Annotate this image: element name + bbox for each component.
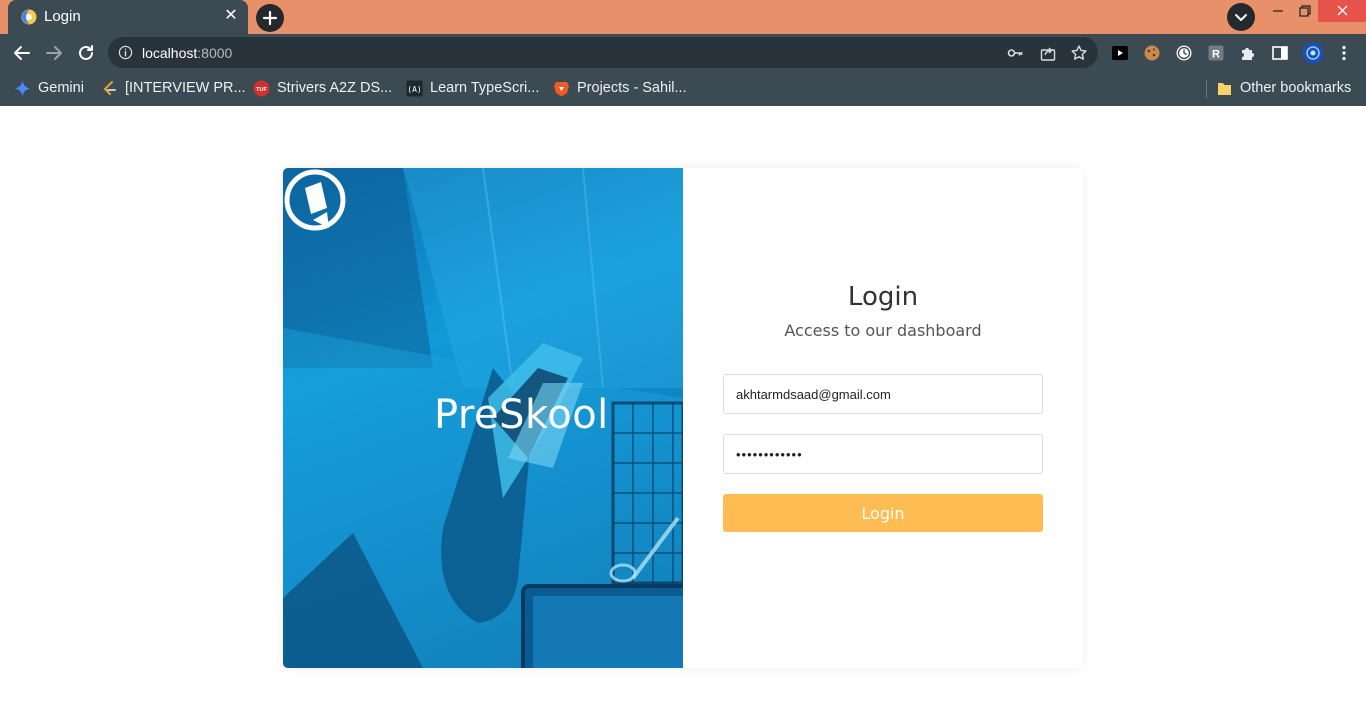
login-button[interactable]: Login bbox=[723, 494, 1043, 532]
tab-title: Login bbox=[44, 8, 81, 25]
profile-avatar-icon[interactable] bbox=[1302, 42, 1324, 64]
hero-image-panel: PreSkool bbox=[283, 168, 683, 668]
arrow-right-icon bbox=[46, 46, 62, 60]
login-card: PreSkool Login Access to our dashboard L… bbox=[283, 168, 1083, 668]
share-icon[interactable] bbox=[1039, 44, 1057, 62]
info-icon[interactable] bbox=[118, 45, 133, 60]
forward-button[interactable] bbox=[40, 39, 68, 67]
bookmarks-divider bbox=[1206, 80, 1207, 98]
login-subtitle: Access to our dashboard bbox=[784, 321, 982, 340]
tab-close-icon[interactable]: ✕ bbox=[222, 7, 240, 25]
bookmarks-bar: Gemini [INTERVIEW PR... TUF Strivers A2Z… bbox=[0, 71, 1366, 106]
back-button[interactable] bbox=[8, 39, 36, 67]
svg-text:(A): (A) bbox=[407, 85, 421, 94]
reload-icon bbox=[79, 45, 93, 60]
tab-login[interactable]: Login ✕ bbox=[8, 0, 248, 34]
kebab-menu-icon[interactable] bbox=[1335, 44, 1353, 62]
password-field[interactable] bbox=[723, 434, 1043, 474]
url-text: localhost:8000 bbox=[142, 45, 232, 61]
brand-name: PreSkool bbox=[434, 392, 609, 438]
youtube-extension-icon[interactable] bbox=[1111, 44, 1129, 62]
window-close-button[interactable] bbox=[1318, 0, 1366, 22]
key-icon[interactable] bbox=[1006, 44, 1024, 62]
bookmark-label: Gemini bbox=[38, 80, 84, 96]
globe-favicon-icon bbox=[21, 9, 37, 25]
tuf-icon: TUF bbox=[253, 80, 270, 97]
email-field[interactable] bbox=[723, 374, 1043, 414]
svg-text:TUF: TUF bbox=[256, 87, 267, 93]
svg-text:R: R bbox=[1212, 49, 1220, 61]
plus-icon bbox=[262, 10, 278, 26]
gemini-sparkle-icon bbox=[14, 80, 31, 97]
login-title: Login bbox=[847, 282, 919, 312]
preskool-book-logo-icon bbox=[284, 169, 346, 231]
clock-extension-icon[interactable] bbox=[1175, 44, 1193, 62]
arrow-left-icon bbox=[14, 46, 30, 60]
address-bar[interactable]: localhost:8000 bbox=[108, 37, 1098, 68]
star-icon[interactable] bbox=[1070, 44, 1088, 62]
tab-strip: Login ✕ bbox=[0, 0, 1366, 34]
brave-icon bbox=[554, 82, 569, 97]
other-bookmarks-label: Other bookmarks bbox=[1240, 80, 1352, 96]
close-icon bbox=[1337, 5, 1348, 16]
puzzle-icon[interactable] bbox=[1239, 44, 1257, 62]
r-extension-icon[interactable]: R bbox=[1207, 44, 1225, 62]
leetcode-icon bbox=[103, 81, 116, 95]
folder-icon bbox=[1218, 83, 1231, 95]
reload-button[interactable] bbox=[72, 39, 100, 67]
login-form: Login Access to our dashboard Login bbox=[683, 168, 1083, 668]
url-host: localhost bbox=[142, 45, 198, 61]
typescript-icon: (A) bbox=[406, 80, 423, 97]
bookmark-label: Projects - Sahil... bbox=[577, 80, 687, 96]
tab-search-button[interactable] bbox=[1227, 3, 1255, 31]
side-panel-icon[interactable] bbox=[1271, 44, 1289, 62]
bookmark-label: Learn TypeScri... bbox=[430, 80, 540, 96]
cookie-extension-icon[interactable] bbox=[1143, 44, 1161, 62]
new-tab-button[interactable] bbox=[256, 4, 284, 32]
browser-toolbar: localhost:8000 R bbox=[0, 34, 1366, 71]
chevron-down-icon bbox=[1235, 14, 1247, 21]
bookmark-label: Strivers A2Z DS... bbox=[277, 80, 393, 96]
url-port: :8000 bbox=[197, 45, 233, 61]
bookmark-label: [INTERVIEW PR... bbox=[125, 80, 246, 96]
